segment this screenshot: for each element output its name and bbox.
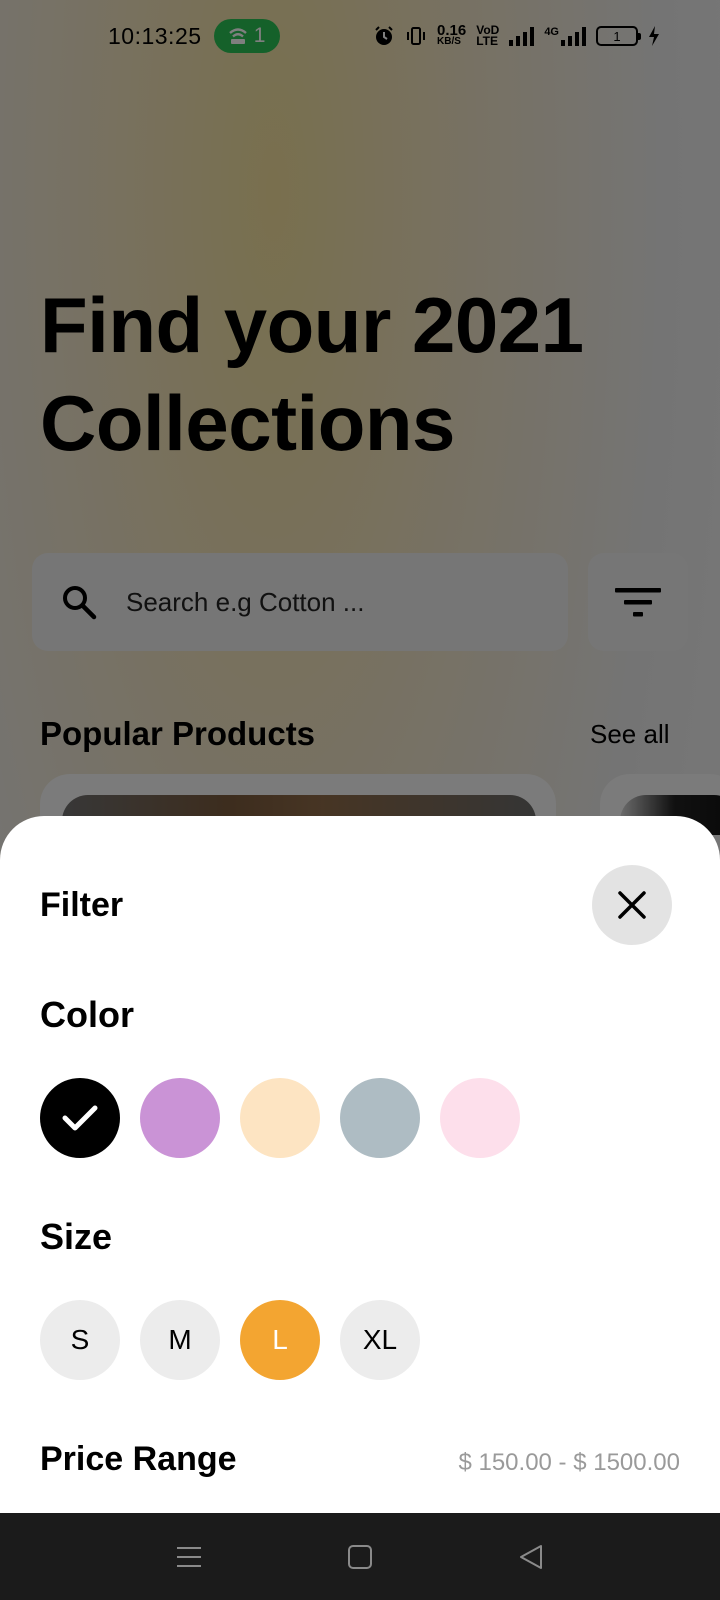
filter-sheet: Filter Color Size S M L XL Price Range $… — [0, 816, 720, 1513]
color-swatch-peach[interactable] — [240, 1078, 320, 1158]
color-swatch-grey[interactable] — [340, 1078, 420, 1158]
size-option-l[interactable]: L — [240, 1300, 320, 1380]
close-icon — [618, 891, 646, 919]
price-range-label: Price Range — [40, 1440, 237, 1478]
color-swatch-pink[interactable] — [440, 1078, 520, 1158]
home-nav-icon — [348, 1545, 372, 1569]
home-nav-button[interactable] — [344, 1541, 376, 1573]
system-nav-bar — [0, 1513, 720, 1600]
color-swatch-black[interactable] — [40, 1078, 120, 1158]
menu-nav-icon — [177, 1547, 201, 1567]
color-label: Color — [40, 994, 134, 1035]
filter-title: Filter — [40, 886, 124, 924]
price-range-value: $ 150.00 - $ 1500.00 — [458, 1449, 680, 1476]
size-option-xl[interactable]: XL — [340, 1300, 420, 1380]
recents-nav-button[interactable] — [173, 1541, 205, 1573]
back-nav-icon — [520, 1545, 542, 1569]
close-button[interactable] — [592, 865, 672, 945]
check-icon — [62, 1105, 98, 1131]
size-option-s[interactable]: S — [40, 1300, 120, 1380]
back-nav-button[interactable] — [515, 1541, 547, 1573]
size-label: Size — [40, 1216, 113, 1257]
size-option-m[interactable]: M — [140, 1300, 220, 1380]
color-swatch-purple[interactable] — [140, 1078, 220, 1158]
